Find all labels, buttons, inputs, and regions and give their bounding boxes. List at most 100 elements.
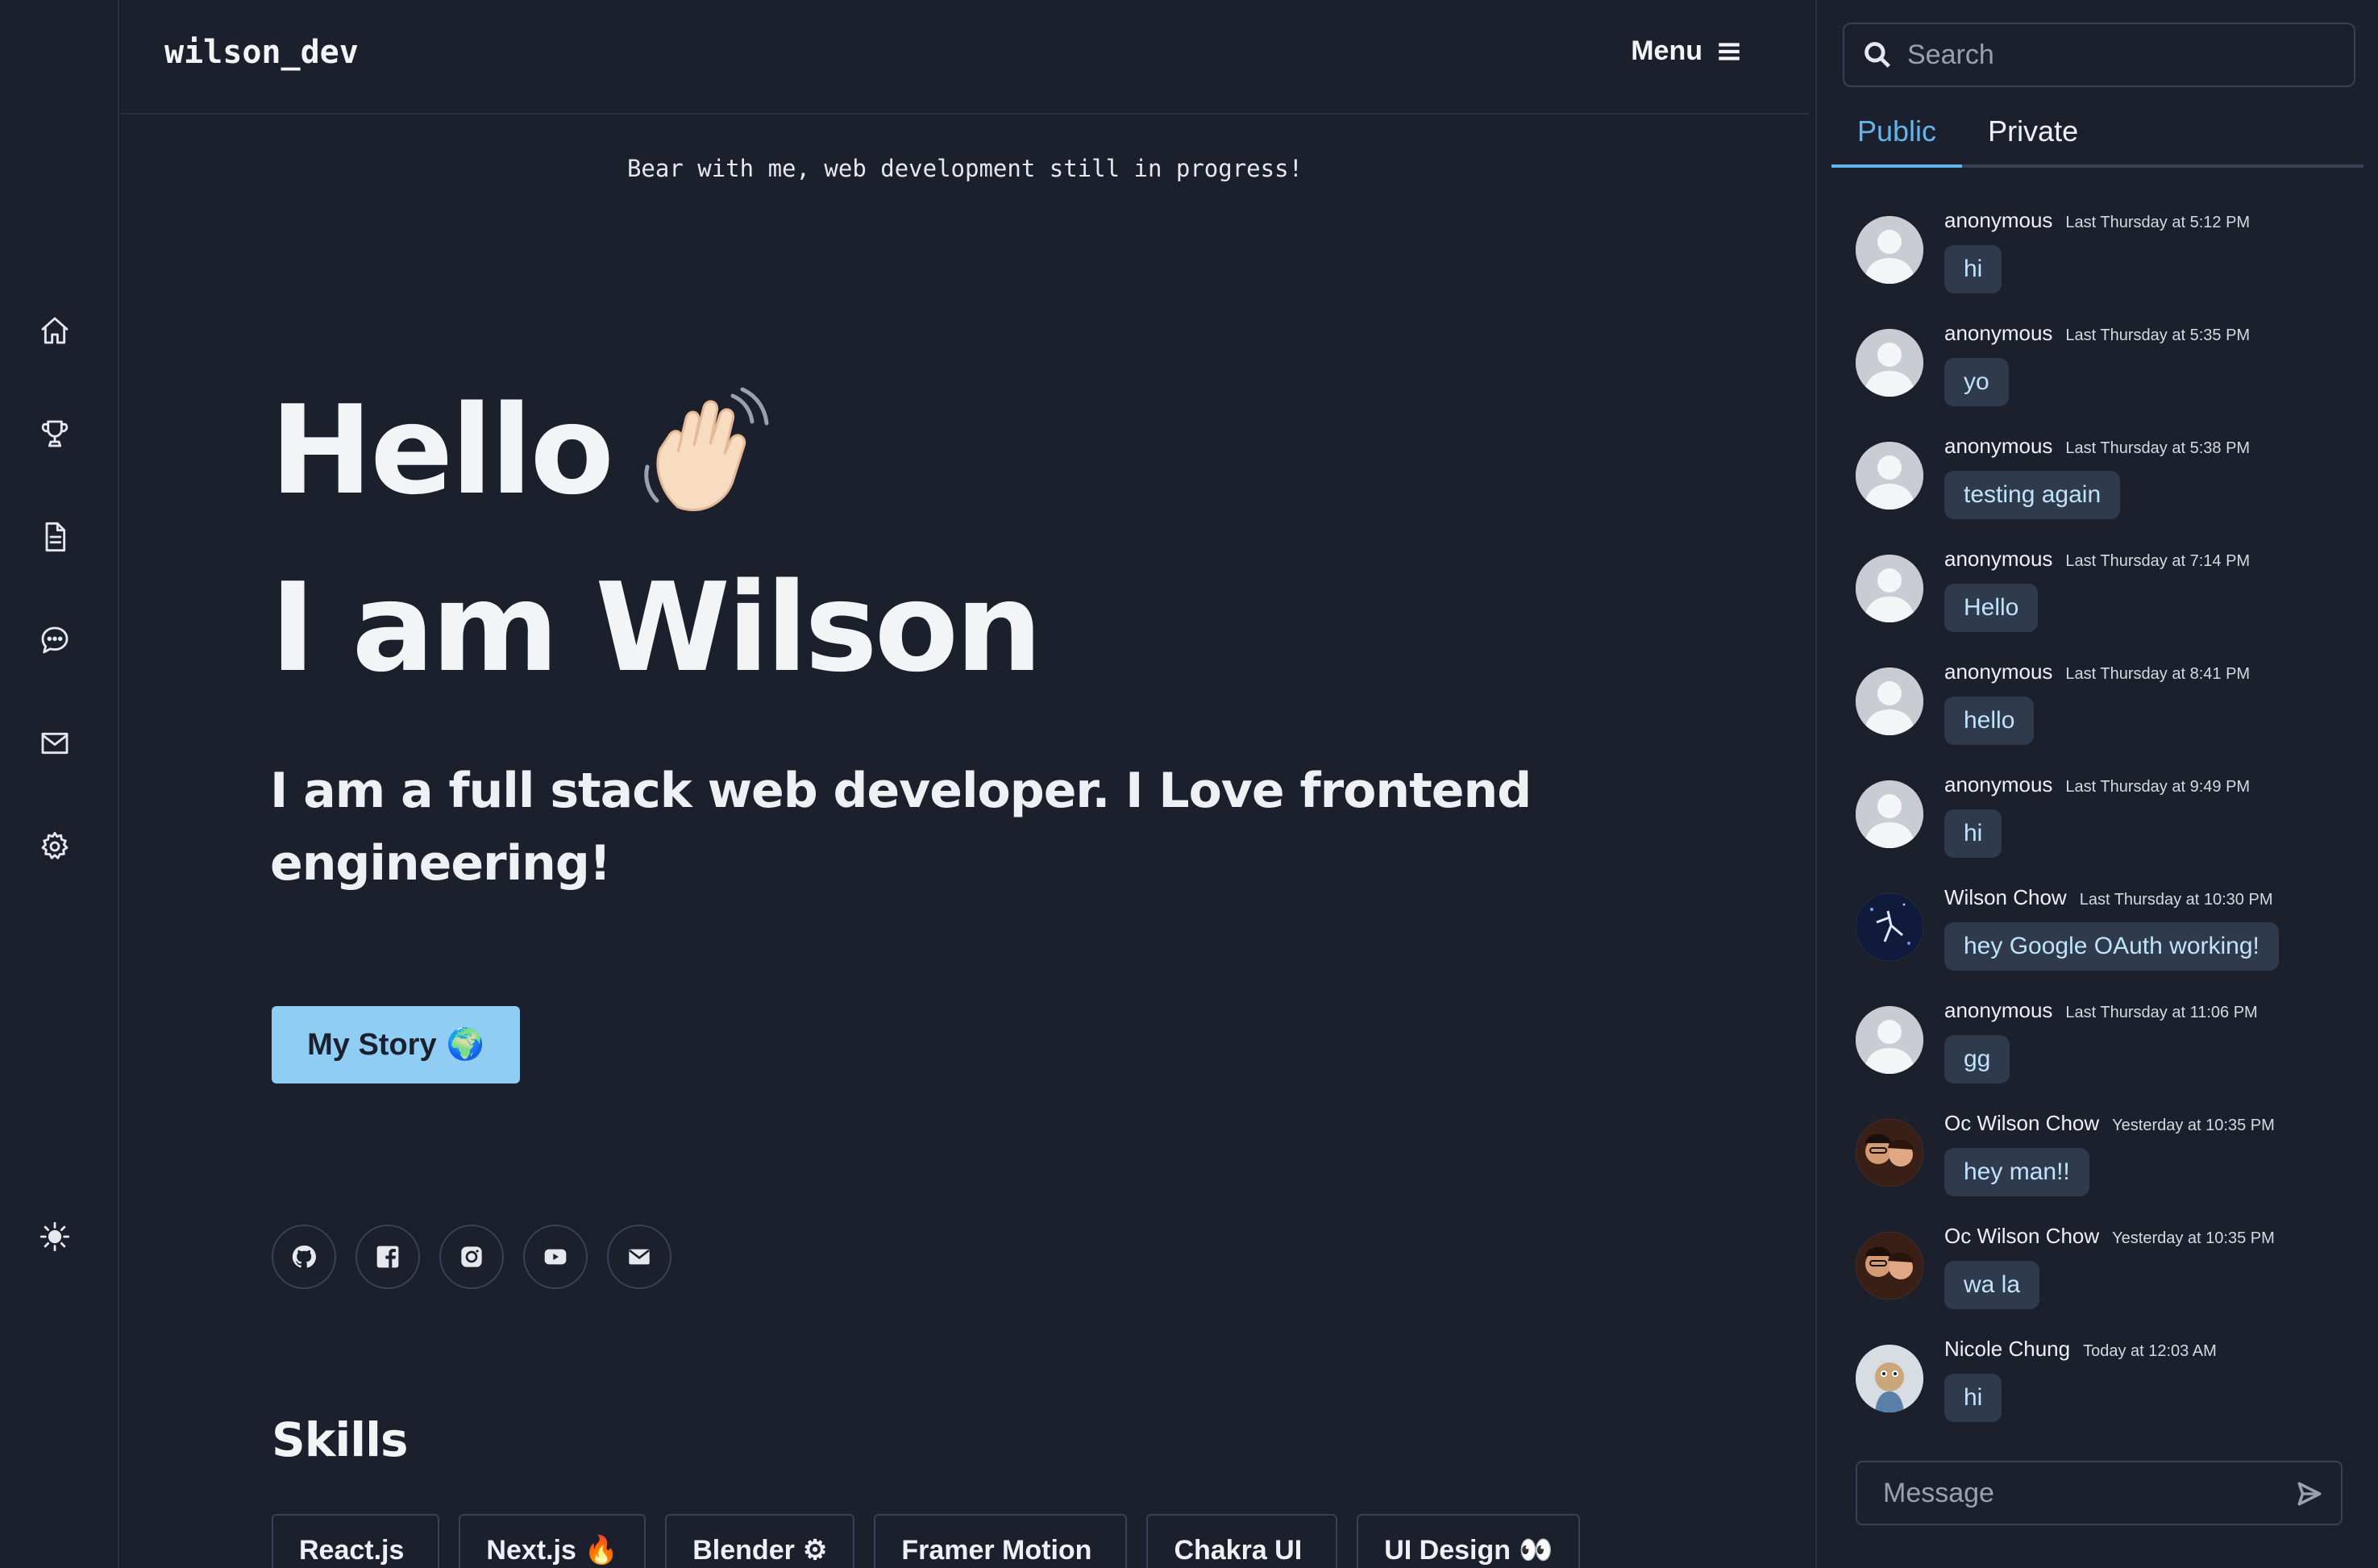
home-icon[interactable] xyxy=(34,310,76,351)
skill-label: Blender xyxy=(692,1534,795,1566)
default-avatar-icon xyxy=(1856,668,1923,735)
user-photo-avatar xyxy=(1856,1345,1923,1412)
user-photo-avatar xyxy=(1856,893,1923,961)
message-list: anonymous Last Thursday at 5:12 PM hi ano… xyxy=(1856,208,2355,1449)
hamburger-icon xyxy=(1719,42,1740,60)
top-navbar: wilson_dev Menu xyxy=(121,0,1809,114)
skills-list: React.js Next.js 🔥 Blender ⚙ Framer Motion… xyxy=(272,1514,1581,1568)
message-bubble: wa la xyxy=(1944,1261,2040,1309)
skill-label: Framer Motion xyxy=(901,1534,1092,1566)
send-button[interactable] xyxy=(2296,1480,2323,1511)
message-username: anonymous xyxy=(1944,208,2053,232)
message-timestamp: Last Thursday at 5:12 PM xyxy=(2065,214,2251,231)
default-avatar-icon xyxy=(1856,555,1923,622)
user-photo-avatar xyxy=(1856,1119,1923,1187)
email-link[interactable] xyxy=(607,1225,671,1289)
message-timestamp: Last Thursday at 8:41 PM xyxy=(2065,665,2251,683)
my-story-label: My Story xyxy=(307,1027,437,1062)
waving-hand-icon xyxy=(636,386,773,515)
skill-label: Next.js xyxy=(486,1534,576,1566)
left-sidebar xyxy=(0,0,119,1568)
send-icon xyxy=(2297,1482,2322,1506)
message-username: anonymous xyxy=(1944,998,2053,1022)
chat-icon[interactable] xyxy=(34,619,76,661)
github-icon xyxy=(292,1245,316,1268)
settings-icon[interactable] xyxy=(34,826,76,867)
message-timestamp: Last Thursday at 9:49 PM xyxy=(2065,778,2251,796)
facebook-icon xyxy=(376,1246,399,1268)
gear-icon: ⚙ xyxy=(802,1535,828,1566)
message-username: Oc Wilson Chow xyxy=(1944,1111,2100,1135)
message-timestamp: Yesterday at 10:35 PM xyxy=(2112,1229,2275,1247)
chat-message: anonymous Last Thursday at 11:06 PM gg xyxy=(1856,998,2355,1111)
search-input[interactable] xyxy=(1907,39,2343,71)
default-avatar-icon xyxy=(1856,780,1923,848)
menu-label: Menu xyxy=(1631,35,1702,66)
tab-public[interactable]: Public xyxy=(1831,111,1963,168)
chat-tabs: Public Private xyxy=(1831,111,2363,168)
chat-message: Wilson Chow Last Thursday at 10:30 PM hey… xyxy=(1856,885,2355,998)
skill-label: UI Design xyxy=(1384,1534,1511,1566)
main-content: wilson_dev Menu Bear with me, web develo… xyxy=(121,0,1809,1568)
message-composer[interactable] xyxy=(1856,1461,2343,1525)
message-bubble: Hello xyxy=(1944,584,2039,632)
skill-tag: Chakra UI xyxy=(1146,1514,1338,1568)
hello-text: Hello xyxy=(270,379,614,522)
mail-icon[interactable] xyxy=(34,722,76,764)
message-bubble: hi xyxy=(1944,245,2002,293)
chat-message: anonymous Last Thursday at 5:38 PM testin… xyxy=(1856,434,2355,547)
message-username: anonymous xyxy=(1944,772,2053,796)
chat-message: anonymous Last Thursday at 8:41 PM hello xyxy=(1856,659,2355,772)
social-links xyxy=(272,1225,671,1289)
message-bubble: hi xyxy=(1944,809,2002,858)
progress-notice: Bear with me, web development still in p… xyxy=(626,155,1303,182)
default-avatar-icon xyxy=(1856,442,1923,509)
skill-tag: Blender ⚙ xyxy=(665,1514,855,1568)
default-avatar-icon xyxy=(1856,1006,1923,1074)
message-bubble: hi xyxy=(1944,1374,2002,1422)
mail-icon xyxy=(629,1249,650,1265)
message-username: anonymous xyxy=(1944,321,2053,345)
instagram-link[interactable] xyxy=(439,1225,504,1289)
message-username: Wilson Chow xyxy=(1944,885,2067,909)
skill-tag: Next.js 🔥 xyxy=(459,1514,646,1568)
youtube-link[interactable] xyxy=(523,1225,588,1289)
chat-message: Oc Wilson Chow Yesterday at 10:35 PM hey … xyxy=(1856,1111,2355,1224)
message-timestamp: Yesterday at 10:35 PM xyxy=(2112,1117,2275,1134)
document-icon[interactable] xyxy=(34,516,76,558)
menu-button[interactable]: Menu xyxy=(1631,35,1743,67)
trophy-icon[interactable] xyxy=(34,413,76,455)
default-avatar-icon xyxy=(1856,216,1923,284)
tab-private[interactable]: Private xyxy=(1962,111,2104,168)
message-timestamp: Last Thursday at 5:38 PM xyxy=(2065,439,2251,457)
message-input[interactable] xyxy=(1883,1477,2270,1509)
skill-label: React.js xyxy=(299,1534,405,1566)
globe-icon: 🌍 xyxy=(446,1028,484,1062)
search-box[interactable] xyxy=(1843,23,2355,87)
chat-message: anonymous Last Thursday at 5:35 PM yo xyxy=(1856,321,2355,434)
message-bubble: hey Google OAuth working! xyxy=(1944,922,2279,971)
chat-message: anonymous Last Thursday at 5:12 PM hi xyxy=(1856,208,2355,321)
message-username: anonymous xyxy=(1944,659,2053,684)
hero-hello: Hello xyxy=(270,379,773,522)
github-link[interactable] xyxy=(272,1225,336,1289)
chat-message: anonymous Last Thursday at 7:14 PM Hello xyxy=(1856,547,2355,659)
theme-toggle-icon[interactable] xyxy=(34,1216,76,1258)
chat-panel: Public Private anonymous Last Thursday at… xyxy=(1815,0,2378,1568)
skills-heading: Skills xyxy=(272,1412,409,1467)
message-username: Nicole Chung xyxy=(1944,1337,2071,1361)
brand-logo[interactable]: wilson_dev xyxy=(164,34,359,71)
eyes-icon: 👀 xyxy=(1519,1535,1553,1566)
chat-message: Oc Wilson Chow Yesterday at 10:35 PM wa l… xyxy=(1856,1224,2355,1337)
facebook-link[interactable] xyxy=(355,1225,420,1289)
search-icon xyxy=(1865,42,1890,68)
message-bubble: gg xyxy=(1944,1035,2010,1083)
fire-icon: 🔥 xyxy=(584,1535,619,1566)
hero-name: I am Wilson xyxy=(270,556,1042,699)
message-bubble: yo xyxy=(1944,358,2009,406)
hero-tagline: I am a full stack web developer. I Love … xyxy=(270,763,1532,892)
message-timestamp: Last Thursday at 7:14 PM xyxy=(2065,552,2251,570)
my-story-button[interactable]: My Story 🌍 xyxy=(272,1006,520,1083)
youtube-icon xyxy=(544,1249,567,1265)
message-timestamp: Today at 12:03 AM xyxy=(2083,1342,2217,1360)
